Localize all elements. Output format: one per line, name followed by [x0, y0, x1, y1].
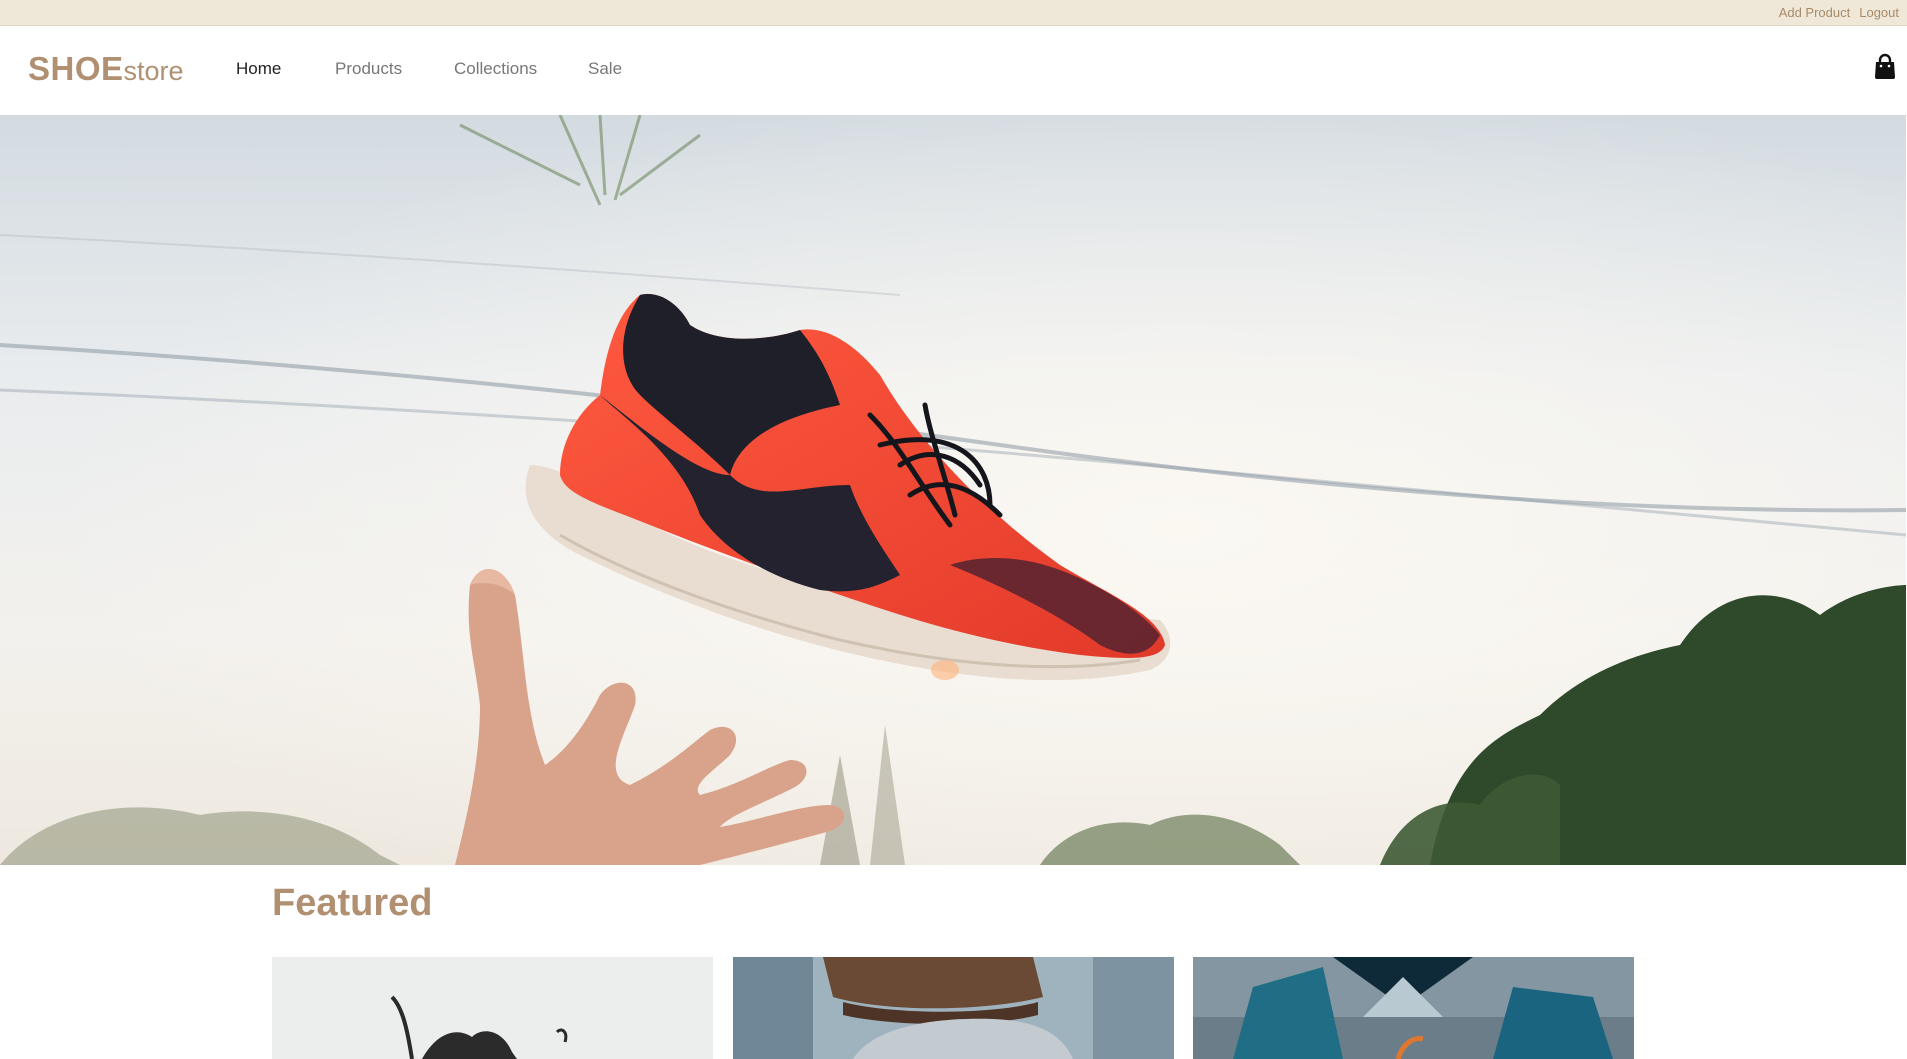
main-navbar: SHOEstore Home Products Collections Sale	[0, 26, 1907, 116]
top-utility-bar: Add Product Logout	[0, 0, 1907, 26]
nav-home[interactable]: Home	[236, 59, 281, 79]
logo-bold-text: SHOE	[28, 50, 124, 87]
shopping-bag-icon[interactable]	[1873, 53, 1897, 81]
featured-product-card[interactable]	[1193, 957, 1634, 1059]
featured-heading: Featured	[272, 882, 433, 924]
store-logo[interactable]: SHOEstore	[28, 50, 184, 88]
featured-product-card[interactable]	[272, 957, 713, 1059]
hero-banner-image	[0, 115, 1906, 865]
nav-sale[interactable]: Sale	[588, 59, 622, 79]
featured-product-card[interactable]	[733, 957, 1174, 1059]
utility-links: Add Product Logout	[1779, 0, 1899, 25]
nav-products[interactable]: Products	[335, 59, 402, 79]
nav-collections[interactable]: Collections	[454, 59, 537, 79]
add-product-link[interactable]: Add Product	[1779, 5, 1851, 20]
logo-light-text: store	[123, 56, 184, 86]
logout-link[interactable]: Logout	[1859, 5, 1899, 20]
